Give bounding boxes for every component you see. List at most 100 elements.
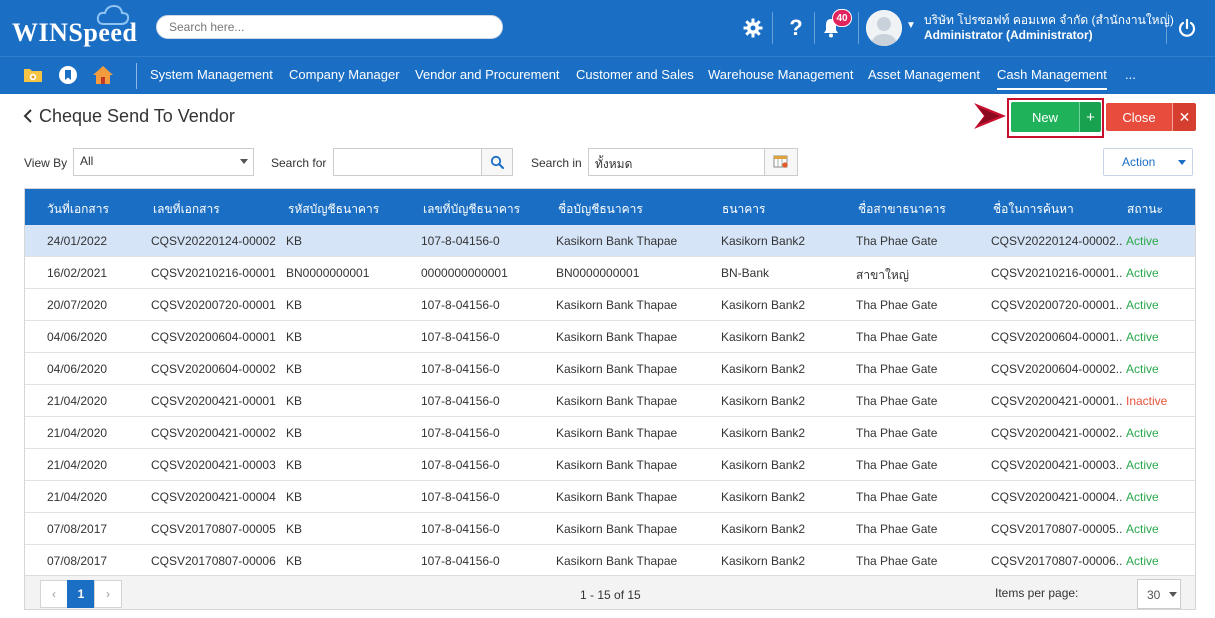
bank-account-code-cell: KB	[286, 490, 303, 504]
menu-customer-and-sales[interactable]: Customer and Sales	[576, 67, 694, 82]
column-header-document-number[interactable]: เลขที่เอกสาร	[153, 200, 220, 219]
menu-warehouse-management[interactable]: Warehouse Management	[708, 67, 854, 82]
header-divider	[1166, 12, 1167, 44]
bank-account-code-cell: KB	[286, 298, 303, 312]
status-cell: Active	[1126, 298, 1159, 312]
table-row[interactable]: 07/08/2017 CQSV20170807-00006 KB 107-8-0415…	[25, 545, 1195, 577]
folder-icon[interactable]	[22, 64, 44, 86]
status-cell: Active	[1126, 330, 1159, 344]
user-menu-chevron-down-icon[interactable]: ▼	[906, 20, 916, 31]
search-in-picker-button[interactable]	[764, 148, 798, 176]
search-in-field[interactable]: ทั้งหมด	[588, 148, 765, 176]
column-header-search-name[interactable]: ชื่อในการค้นหา	[993, 200, 1074, 219]
table-row[interactable]: 21/04/2020 CQSV20200421-00002 KB 107-8-0415…	[25, 417, 1195, 449]
user-avatar[interactable]	[866, 10, 902, 46]
column-header-document-date[interactable]: วันที่เอกสาร	[47, 200, 109, 219]
bank-branch-cell: Tha Phae Gate	[856, 394, 938, 408]
main-menu-bar: System Management Company Manager Vendor…	[0, 56, 1215, 94]
doc-number-cell: CQSV20170807-00005	[151, 522, 276, 536]
cheque-grid: วันที่เอกสาร เลขที่เอกสาร รหัสบัญชีธนาคา…	[24, 188, 1196, 610]
close-button[interactable]: Close	[1106, 103, 1172, 131]
settings-gear-icon[interactable]	[740, 14, 766, 42]
menu-more[interactable]: ...	[1125, 67, 1136, 82]
bank-account-code-cell: KB	[286, 234, 303, 248]
status-cell: Active	[1126, 362, 1159, 376]
top-header: WINSpeed ? 40 ▼ บริษัท โปรซอฟท	[0, 0, 1215, 56]
bank-branch-cell: Tha Phae Gate	[856, 522, 938, 536]
column-header-bank[interactable]: ธนาคาร	[722, 200, 765, 219]
global-search-input[interactable]	[156, 15, 503, 39]
home-icon[interactable]	[92, 64, 114, 86]
new-button[interactable]: New	[1011, 102, 1079, 132]
bank-account-name-cell: Kasikorn Bank Thapae	[556, 362, 678, 376]
column-header-bank-account-number[interactable]: เลขที่บัญชีธนาคาร	[423, 200, 520, 219]
doc-date-cell: 21/04/2020	[47, 394, 108, 408]
next-page-button[interactable]: ›	[94, 580, 122, 608]
view-by-select[interactable]: All	[73, 148, 254, 176]
bank-cell: Kasikorn Bank2	[721, 426, 806, 440]
menu-company-manager[interactable]: Company Manager	[289, 67, 400, 82]
action-label: Action	[1122, 155, 1156, 169]
notification-count-badge[interactable]: 40	[832, 9, 852, 27]
search-name-cell: CQSV20200604-00002...	[991, 362, 1123, 376]
search-name-cell: CQSV20200421-00003...	[991, 458, 1123, 472]
table-row[interactable]: 21/04/2020 CQSV20200421-00001 KB 107-8-0415…	[25, 385, 1195, 417]
table-row[interactable]: 20/07/2020 CQSV20200720-00001 KB 107-8-0415…	[25, 289, 1195, 321]
page-1-button[interactable]: 1	[67, 580, 95, 608]
status-cell: Active	[1126, 490, 1159, 504]
bank-account-name-cell: Kasikorn Bank Thapae	[556, 426, 678, 440]
column-header-status[interactable]: สถานะ	[1127, 200, 1163, 219]
menu-vendor-and-procurement[interactable]: Vendor and Procurement	[415, 67, 560, 82]
column-header-bank-account-code[interactable]: รหัสบัญชีธนาคาร	[288, 200, 379, 219]
search-name-cell: CQSV20200421-00002...	[991, 426, 1123, 440]
bank-branch-cell: Tha Phae Gate	[856, 362, 938, 376]
search-for-input[interactable]	[333, 148, 482, 176]
search-name-cell: CQSV20210216-00001...	[991, 266, 1123, 280]
table-row[interactable]: 16/02/2021 CQSV20210216-00001 BN0000000001…	[25, 257, 1195, 289]
bank-cell: BN-Bank	[721, 266, 770, 280]
bank-account-code-cell: KB	[286, 330, 303, 344]
back-chevron-left-icon[interactable]	[22, 107, 34, 125]
power-logout-icon[interactable]	[1174, 14, 1200, 42]
table-row[interactable]: 04/06/2020 CQSV20200604-00002 KB 107-8-0415…	[25, 353, 1195, 385]
bank-account-name-cell: Kasikorn Bank Thapae	[556, 554, 678, 568]
column-picker-icon	[773, 155, 788, 168]
bookmark-icon[interactable]	[57, 64, 79, 86]
search-button[interactable]	[481, 148, 513, 176]
bank-account-number-cell: 107-8-04156-0	[421, 490, 500, 504]
new-add-plus-button[interactable]: +	[1079, 102, 1101, 132]
close-x-icon[interactable]: ✕	[1172, 103, 1196, 131]
bank-account-name-cell: Kasikorn Bank Thapae	[556, 490, 678, 504]
user-role-name[interactable]: Administrator (Administrator)	[924, 28, 1093, 42]
column-header-bank-branch-name[interactable]: ชื่อสาขาธนาคาร	[858, 200, 946, 219]
app-logo[interactable]: WINSpeed	[12, 18, 137, 48]
status-cell: Active	[1126, 234, 1159, 248]
bank-account-name-cell: Kasikorn Bank Thapae	[556, 394, 678, 408]
table-row[interactable]: 21/04/2020 CQSV20200421-00004 KB 107-8-0415…	[25, 481, 1195, 513]
menu-asset-management[interactable]: Asset Management	[868, 67, 980, 82]
table-row[interactable]: 04/06/2020 CQSV20200604-00001 KB 107-8-0415…	[25, 321, 1195, 353]
items-per-page-caret-down-icon[interactable]	[1169, 592, 1177, 597]
prev-page-button[interactable]: ‹	[40, 580, 68, 608]
table-row[interactable]: 24/01/2022 CQSV20220124-00002 KB 107-8-0415…	[25, 225, 1195, 257]
doc-number-cell: CQSV20170807-00006	[151, 554, 276, 568]
doc-number-cell: CQSV20200421-00002	[151, 426, 276, 440]
doc-date-cell: 04/06/2020	[47, 362, 108, 376]
help-question-icon[interactable]: ?	[783, 14, 809, 42]
search-name-cell: CQSV20200421-00004...	[991, 490, 1123, 504]
action-caret-down-icon[interactable]	[1178, 160, 1186, 165]
bank-branch-cell: Tha Phae Gate	[856, 234, 938, 248]
doc-number-cell: CQSV20200720-00001	[151, 298, 276, 312]
bank-cell: Kasikorn Bank2	[721, 554, 806, 568]
table-row[interactable]: 21/04/2020 CQSV20200421-00003 KB 107-8-0415…	[25, 449, 1195, 481]
bank-account-code-cell: KB	[286, 426, 303, 440]
pointer-arrow-icon	[974, 103, 1006, 129]
bank-branch-cell: Tha Phae Gate	[856, 426, 938, 440]
view-by-caret-down-icon[interactable]	[240, 159, 248, 164]
table-row[interactable]: 07/08/2017 CQSV20170807-00005 KB 107-8-0415…	[25, 513, 1195, 545]
bank-branch-cell: Tha Phae Gate	[856, 298, 938, 312]
column-header-bank-account-name[interactable]: ชื่อบัญชีธนาคาร	[558, 200, 643, 219]
doc-date-cell: 21/04/2020	[47, 426, 108, 440]
menu-cash-management[interactable]: Cash Management	[997, 67, 1107, 90]
menu-system-management[interactable]: System Management	[150, 67, 273, 82]
